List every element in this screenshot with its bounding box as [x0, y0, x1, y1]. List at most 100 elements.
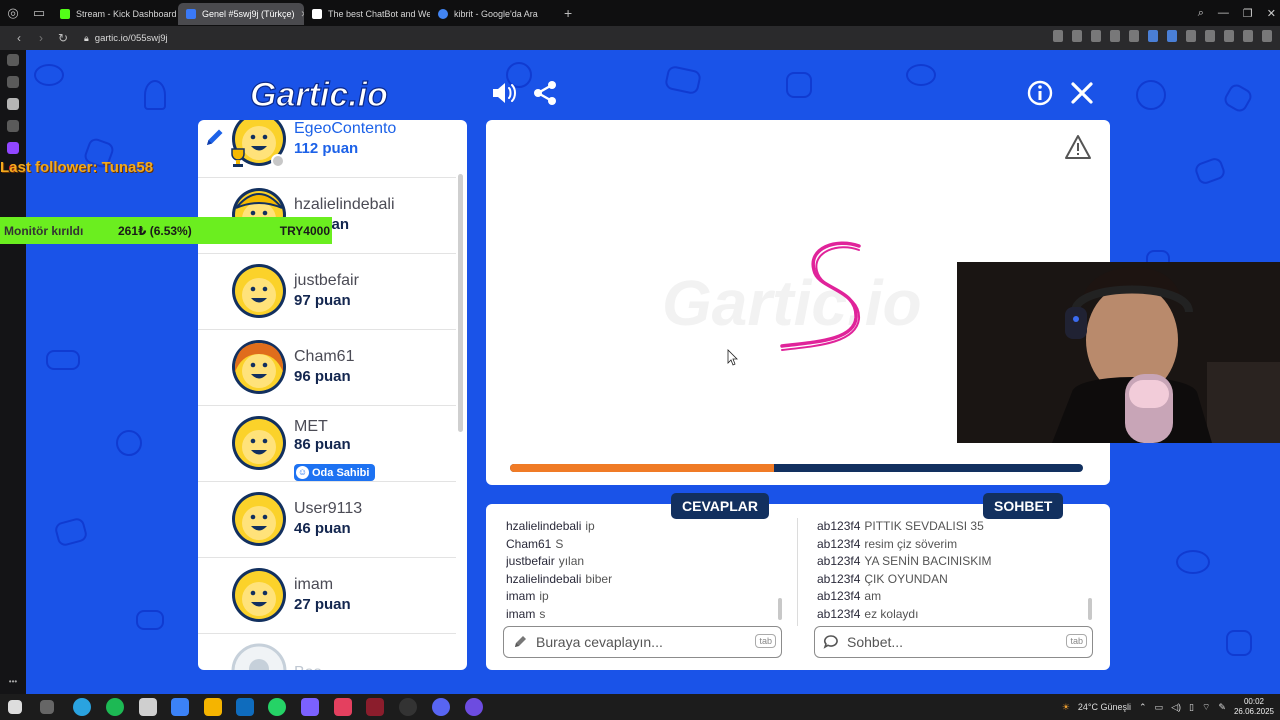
tab-title: kibrit - Google'da Ara: [454, 9, 538, 19]
browser-tab[interactable]: Stream - Kick Dashboard: [52, 3, 178, 25]
minimize-icon[interactable]: —: [1218, 7, 1229, 19]
history-icon[interactable]: [7, 54, 19, 66]
chat-message: imam s: [506, 606, 784, 624]
share-icon[interactable]: [530, 78, 560, 108]
save-icon[interactable]: [1072, 30, 1082, 42]
player-row[interactable]: Boş: [198, 634, 456, 670]
spotify-icon[interactable]: [106, 698, 124, 716]
share-icon[interactable]: [1205, 30, 1215, 42]
opera-icon[interactable]: [366, 698, 384, 716]
screen: ◎ ▭ Stream - Kick Dashboard Genel #5swj9…: [0, 0, 1280, 720]
browser-tab[interactable]: kibrit - Google'da Ara: [430, 3, 556, 25]
tab-answers[interactable]: CEVAPLAR: [671, 493, 769, 519]
play-icon[interactable]: [1110, 30, 1120, 42]
message-user[interactable]: justbefair: [506, 554, 555, 568]
obs-icon[interactable]: [399, 698, 417, 716]
battery-icon[interactable]: ▯: [1189, 702, 1194, 713]
message-user[interactable]: Cham61: [506, 537, 551, 551]
more-icon[interactable]: •••: [9, 677, 17, 686]
chat-scrollbar[interactable]: [1088, 598, 1092, 620]
shield-icon[interactable]: [1091, 30, 1101, 42]
close-icon[interactable]: [1067, 78, 1097, 108]
chatgpt-icon[interactable]: [7, 120, 19, 132]
task-view-icon[interactable]: [40, 700, 54, 714]
notepad-icon[interactable]: [139, 698, 157, 716]
message-user[interactable]: ab123f4: [817, 589, 860, 603]
message-user[interactable]: imam: [506, 589, 535, 603]
player-points: 27 puan: [294, 596, 351, 613]
file-explorer-icon[interactable]: [204, 698, 222, 716]
bg-doodle: [906, 64, 936, 86]
bg-doodle: [144, 80, 166, 110]
timer-bar-fill: [510, 464, 774, 472]
tab-key-hint: tab: [755, 634, 776, 648]
sound-icon[interactable]: [489, 78, 519, 108]
bookmark-icon[interactable]: [1053, 30, 1063, 42]
player-name: imam: [294, 576, 334, 593]
whatsapp-icon[interactable]: [268, 698, 286, 716]
player-row[interactable]: imam 27 puan: [198, 558, 456, 634]
info-icon[interactable]: [1025, 78, 1055, 108]
tab-key-hint: tab: [1066, 634, 1087, 648]
translate-icon[interactable]: [1148, 30, 1158, 42]
copilot-app-icon[interactable]: [301, 698, 319, 716]
back-icon[interactable]: ‹: [10, 31, 28, 45]
sidebar-icon[interactable]: [1243, 30, 1253, 42]
instagram-icon[interactable]: [334, 698, 352, 716]
twitch-icon[interactable]: [7, 142, 19, 154]
chat-input[interactable]: [847, 634, 1047, 650]
close-window-icon[interactable]: ✕: [1267, 7, 1276, 20]
wallet-icon[interactable]: [7, 76, 19, 88]
os-taskbar: ☀ 24°C Güneşli ⌃ ▭ ◁) ▯ ⌔ ✎ 00:02 26.06.…: [0, 694, 1280, 720]
player-row[interactable]: MET 86 puan ☺ Oda Sahibi: [198, 406, 456, 482]
message-user[interactable]: hzalielindebali: [506, 572, 581, 586]
tray-arrow-icon[interactable]: ⌃: [1139, 702, 1147, 713]
message-user[interactable]: ab123f4: [817, 537, 860, 551]
player-name: User9113: [294, 500, 363, 517]
answers-scrollbar[interactable]: [778, 598, 782, 620]
restore-icon[interactable]: ❐: [1243, 7, 1253, 20]
message-user[interactable]: imam: [506, 607, 535, 621]
download-icon[interactable]: [1224, 30, 1234, 42]
weather-text[interactable]: 24°C Güneşli: [1078, 702, 1131, 712]
copilot-icon[interactable]: [171, 698, 189, 716]
volume-icon[interactable]: ◁): [1171, 702, 1181, 713]
outlook-icon[interactable]: [236, 698, 254, 716]
network-icon[interactable]: ▭: [1155, 702, 1164, 713]
edge-icon[interactable]: [73, 698, 91, 716]
message-user[interactable]: hzalielindebali: [506, 519, 581, 533]
clock[interactable]: 00:02 26.06.2025: [1234, 697, 1274, 717]
browser-tab[interactable]: The best ChatBot and We: [304, 3, 430, 25]
wifi-icon[interactable]: ⌔: [1202, 702, 1210, 713]
aria-icon[interactable]: [7, 98, 19, 110]
player-row[interactable]: User9113 46 puan: [198, 482, 456, 558]
discord-icon[interactable]: [432, 698, 450, 716]
message-user[interactable]: ab123f4: [817, 572, 860, 586]
menu-icon[interactable]: [1262, 30, 1272, 42]
url-field[interactable]: 🔒︎ gartic.io/055swj9j: [84, 33, 168, 44]
player-avatar: [231, 643, 287, 670]
message-user[interactable]: ab123f4: [817, 607, 860, 621]
forward-icon[interactable]: ›: [32, 31, 50, 45]
reload-icon[interactable]: ↻: [54, 31, 72, 45]
tab-chat[interactable]: SOHBET: [983, 493, 1064, 519]
player-row[interactable]: EgeoContento 112 puan: [198, 120, 456, 178]
media-player-icon[interactable]: [465, 698, 483, 716]
notification-icon[interactable]: ✎: [1218, 702, 1226, 713]
puzzle-icon[interactable]: [1186, 30, 1196, 42]
vpn-icon[interactable]: [1129, 30, 1139, 42]
extension-icon[interactable]: [1167, 30, 1177, 42]
browser-menu-icon[interactable]: ◎: [0, 0, 26, 26]
browser-tab-active[interactable]: Genel #5swj9j (Türkçe) ✕: [178, 3, 304, 25]
start-icon[interactable]: [8, 700, 22, 714]
player-row[interactable]: Cham61 96 puan: [198, 330, 456, 406]
tab-actions-icon[interactable]: ▭: [26, 0, 52, 26]
report-icon[interactable]: [1064, 134, 1092, 160]
message-user[interactable]: ab123f4: [817, 554, 860, 568]
search-tabs-icon[interactable]: ⌕: [1198, 7, 1204, 20]
player-row[interactable]: justbefair 97 puan: [198, 254, 456, 330]
new-tab-icon[interactable]: +: [564, 5, 572, 21]
answer-input[interactable]: [536, 634, 736, 650]
player-list-scrollbar[interactable]: [458, 174, 463, 432]
message-user[interactable]: ab123f4: [817, 519, 860, 533]
